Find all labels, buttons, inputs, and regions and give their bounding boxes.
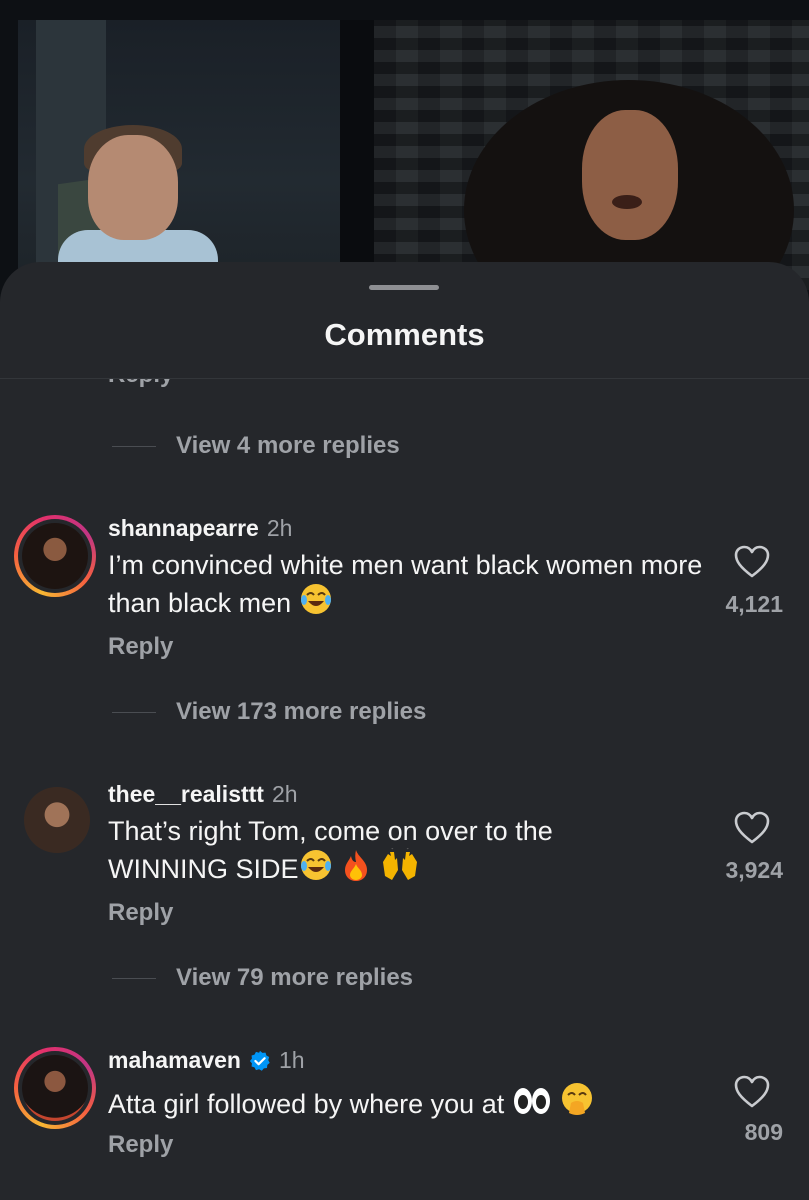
- avatar[interactable]: [24, 787, 90, 853]
- face-with-hand-over-mouth-icon: [562, 1083, 593, 1115]
- reply-button[interactable]: Reply: [108, 379, 173, 389]
- avatar[interactable]: [14, 515, 96, 597]
- reply-button[interactable]: Reply: [108, 1131, 173, 1159]
- timestamp: 2h: [266, 515, 293, 541]
- comment-header: thee__realisttt 2h: [108, 781, 298, 808]
- comment-text: Atta girl followed by where you at: [108, 1089, 505, 1119]
- video-right-participant: [374, 20, 809, 300]
- comment-text-block: I’m convinced white men want black women…: [108, 549, 708, 620]
- comments-sheet: Comments Reply View 4 more replies shann…: [0, 262, 809, 1200]
- username[interactable]: mahamaven: [108, 1047, 241, 1074]
- video-player[interactable]: [0, 0, 809, 300]
- eyes-icon: [513, 1088, 550, 1114]
- reply-button[interactable]: Reply: [108, 633, 173, 661]
- heart-icon[interactable]: [734, 1075, 770, 1109]
- face-with-tears-of-joy-icon: [300, 850, 331, 880]
- comment-text-block: That’s right Tom, come on over to the WI…: [108, 815, 628, 886]
- verified-badge-icon: [249, 1050, 270, 1071]
- username[interactable]: thee__realisttt: [108, 781, 264, 808]
- face-with-tears-of-joy-icon: [300, 584, 331, 614]
- timestamp: 2h: [271, 781, 298, 807]
- like-count: 809: [744, 1119, 783, 1145]
- comment-text-block: Atta girl followed by where you at: [108, 1081, 708, 1121]
- avatar[interactable]: [14, 1047, 96, 1129]
- like-count: 3,924: [725, 857, 783, 883]
- comment-header: mahamaven 1h: [108, 1047, 305, 1074]
- like-count: 4,121: [725, 591, 783, 617]
- sheet-drag-handle[interactable]: [369, 285, 439, 290]
- video-left-participant: [18, 20, 340, 300]
- reply-button[interactable]: Reply: [108, 899, 173, 927]
- view-more-replies[interactable]: View 173 more replies: [112, 697, 426, 727]
- username[interactable]: shannapearre: [108, 515, 259, 542]
- comments-list[interactable]: Reply View 4 more replies shannapearre 2…: [0, 379, 809, 1200]
- fire-icon: [345, 850, 368, 881]
- video-split-divider: [340, 20, 374, 290]
- view-more-replies-label: View 4 more replies: [176, 432, 400, 459]
- comment-text: I’m convinced white men want black women…: [108, 550, 703, 618]
- heart-icon[interactable]: [734, 545, 770, 579]
- view-more-replies[interactable]: View 79 more replies: [112, 963, 413, 993]
- raising-hands-icon: [382, 848, 417, 880]
- timestamp: 1h: [278, 1047, 305, 1073]
- view-more-replies-label: View 173 more replies: [176, 698, 427, 725]
- view-more-replies-label: View 79 more replies: [176, 964, 414, 991]
- comment-header: shannapearre 2h: [108, 515, 292, 542]
- sheet-title: Comments: [324, 317, 485, 352]
- view-more-replies[interactable]: View 4 more replies: [112, 431, 400, 461]
- heart-icon[interactable]: [734, 811, 770, 845]
